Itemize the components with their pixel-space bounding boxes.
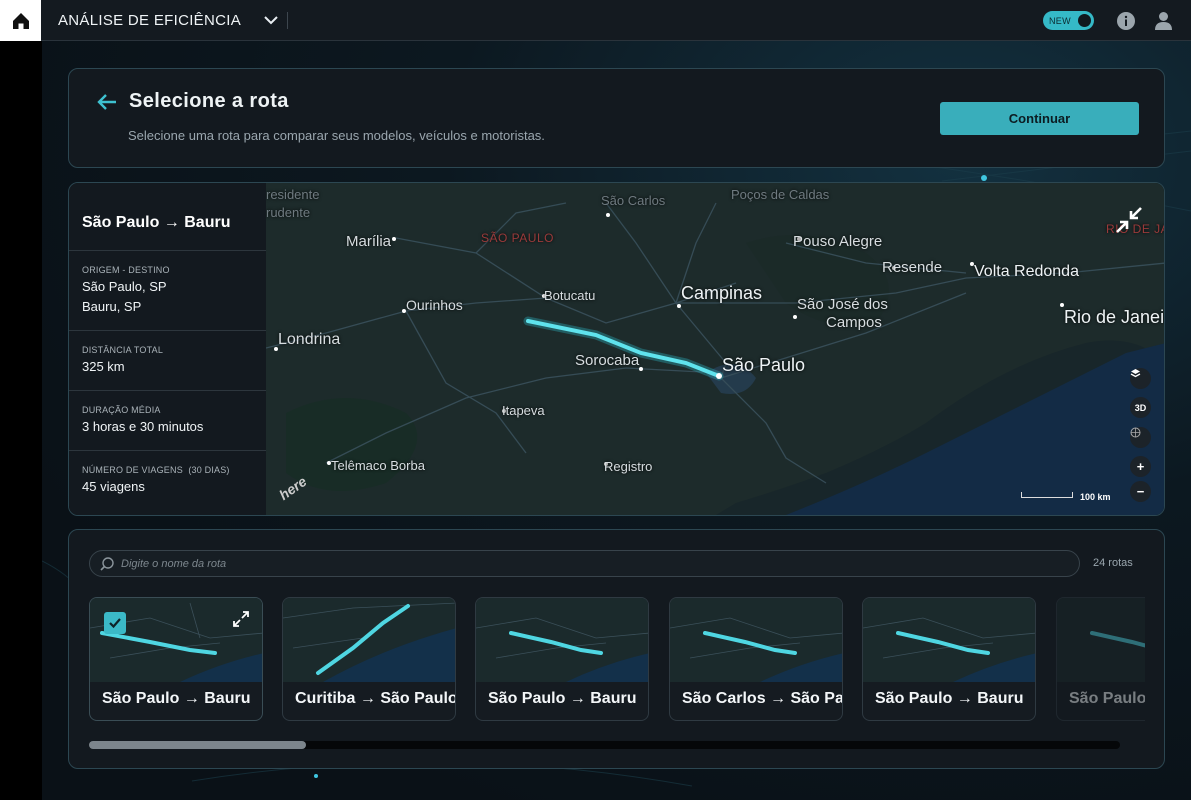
card-map-thumbnail bbox=[283, 598, 455, 682]
page-subtitle: Selecione uma rota para comparar seus mo… bbox=[128, 128, 545, 143]
globe-button[interactable] bbox=[1130, 427, 1151, 448]
route-map[interactable]: residente rudente São Carlos Poços de Ca… bbox=[266, 183, 1165, 515]
destination-value: Bauru, SP bbox=[82, 299, 142, 314]
duration-value: 3 horas e 30 minutos bbox=[82, 419, 204, 434]
map-label-city: Telêmaco Borba bbox=[331, 458, 425, 473]
map-label-city: Campos bbox=[826, 314, 882, 331]
card-title: São Paulo → Bauru bbox=[1069, 690, 1145, 707]
map-scale-label: 100 km bbox=[1080, 492, 1111, 502]
route-card[interactable]: São Carlos → São Paulo bbox=[669, 597, 843, 721]
zoom-in-button[interactable]: + bbox=[1130, 456, 1151, 477]
toggle-label: NEW bbox=[1049, 15, 1071, 26]
card-title: São Paulo → Bauru bbox=[875, 690, 1024, 707]
map-label-city: Rio de Janeiro bbox=[1064, 307, 1165, 327]
route-card[interactable]: Curitiba → São Paulo bbox=[282, 597, 456, 721]
chevron-down-icon[interactable] bbox=[262, 11, 280, 29]
map-label-city: Ourinhos bbox=[406, 297, 463, 313]
card-map-thumbnail bbox=[863, 598, 1035, 682]
origin-value: São Paulo, SP bbox=[82, 279, 167, 294]
left-rail bbox=[0, 41, 42, 800]
route-info: São Paulo → Bauru Origem - Destino São P… bbox=[69, 183, 266, 515]
info-duration: Duração média 3 horas e 30 minutos bbox=[69, 390, 266, 450]
map-label-city: São José dos bbox=[797, 296, 888, 313]
route-cards: São Paulo → Bauru Curitiba → São Paulo S… bbox=[89, 597, 1145, 721]
map-label-city: São Carlos bbox=[601, 193, 666, 208]
card-map-thumbnail bbox=[476, 598, 648, 682]
map-label-city: Pouso Alegre bbox=[793, 233, 883, 250]
info-origin-destination: Origem - Destino São Paulo, SP Bauru, SP bbox=[69, 250, 266, 330]
new-feature-toggle[interactable]: NEW bbox=[1043, 11, 1094, 30]
card-title: São Carlos → São Paulo bbox=[682, 690, 843, 707]
map-label-city: Campinas bbox=[681, 283, 763, 303]
trips-value: 45 viagens bbox=[82, 479, 145, 494]
route-list-panel: 24 rotas São Paulo → Bauru Curitiba → Sã… bbox=[68, 529, 1165, 769]
route-count: 24 rotas bbox=[1093, 557, 1133, 569]
home-icon bbox=[12, 12, 29, 29]
info-trips: Número de viagens (30 dias) 45 viagens bbox=[69, 450, 266, 515]
map-label-city: Resende bbox=[882, 259, 943, 276]
map-label-city: residente bbox=[266, 187, 320, 202]
3d-view-button[interactable]: 3D bbox=[1130, 397, 1151, 418]
horizontal-scrollbar[interactable] bbox=[89, 741, 1120, 749]
header-panel: Selecione a rota Selecione uma rota para… bbox=[68, 68, 1165, 168]
map-label-city: Registro bbox=[604, 459, 653, 474]
home-button[interactable] bbox=[0, 0, 41, 41]
search-box[interactable] bbox=[89, 550, 1080, 577]
app-title: ANÁLISE DE EFICIÊNCIA bbox=[58, 12, 242, 29]
card-map-thumbnail bbox=[1057, 598, 1145, 682]
route-name: São Paulo → Bauru bbox=[82, 214, 231, 231]
card-title: Curitiba → São Paulo bbox=[295, 690, 456, 707]
search-icon bbox=[100, 557, 114, 571]
map-scale-bar bbox=[1021, 492, 1073, 498]
card-map-thumbnail bbox=[670, 598, 842, 682]
user-icon[interactable] bbox=[1153, 10, 1174, 31]
info-label: Número de viagens (30 dias) bbox=[82, 465, 230, 475]
route-card[interactable]: São Paulo → Bauru bbox=[475, 597, 649, 721]
map-label-state: SÃO PAULO bbox=[481, 231, 554, 245]
card-title: São Paulo → Bauru bbox=[488, 690, 637, 707]
route-card[interactable]: São Paulo → Bauru bbox=[89, 597, 263, 721]
checkmark-icon bbox=[109, 618, 121, 629]
route-card[interactable]: São Paulo → Bauru bbox=[862, 597, 1036, 721]
selected-checkbox[interactable] bbox=[104, 612, 126, 634]
expand-icon[interactable] bbox=[232, 610, 250, 628]
collapse-map-icon[interactable] bbox=[1114, 205, 1144, 235]
info-label: Distância total bbox=[82, 345, 164, 355]
info-label: Duração média bbox=[82, 405, 161, 415]
divider bbox=[287, 12, 288, 29]
top-bar: ANÁLISE DE EFICIÊNCIA NEW bbox=[0, 0, 1191, 41]
toggle-knob bbox=[1078, 14, 1091, 27]
info-icon[interactable] bbox=[1116, 11, 1136, 31]
route-search-input[interactable] bbox=[121, 556, 1021, 572]
info-distance: Distância total 325 km bbox=[69, 330, 266, 390]
map-label-city: Sorocaba bbox=[575, 352, 640, 369]
distance-value: 325 km bbox=[82, 359, 125, 374]
map-label-city: Londrina bbox=[278, 331, 341, 348]
layers-icon bbox=[1130, 369, 1141, 378]
route-card[interactable]: São Paulo → Bauru bbox=[1056, 597, 1145, 721]
map-label-city: Itapeva bbox=[502, 403, 545, 418]
info-label: Origem - Destino bbox=[82, 265, 170, 275]
map-label-city: Poços de Caldas bbox=[731, 187, 830, 202]
continue-button[interactable]: Continuar bbox=[940, 102, 1139, 135]
scrollbar-thumb[interactable] bbox=[89, 741, 306, 749]
back-arrow-icon[interactable] bbox=[95, 90, 119, 114]
globe-icon bbox=[1130, 427, 1141, 438]
map-label-city: Volta Redonda bbox=[974, 263, 1079, 280]
map-label-city: rudente bbox=[266, 205, 311, 220]
map-label-city: Marília bbox=[346, 233, 392, 250]
layers-button[interactable] bbox=[1130, 368, 1151, 389]
zoom-out-button[interactable]: − bbox=[1130, 481, 1151, 502]
card-title: São Paulo → Bauru bbox=[102, 690, 251, 707]
page-title: Selecione a rota bbox=[129, 90, 289, 112]
route-detail-panel: São Paulo → Bauru Origem - Destino São P… bbox=[68, 182, 1165, 516]
map-label-city: São Paulo bbox=[722, 355, 806, 375]
map-label-city: Botucatu bbox=[544, 288, 596, 303]
